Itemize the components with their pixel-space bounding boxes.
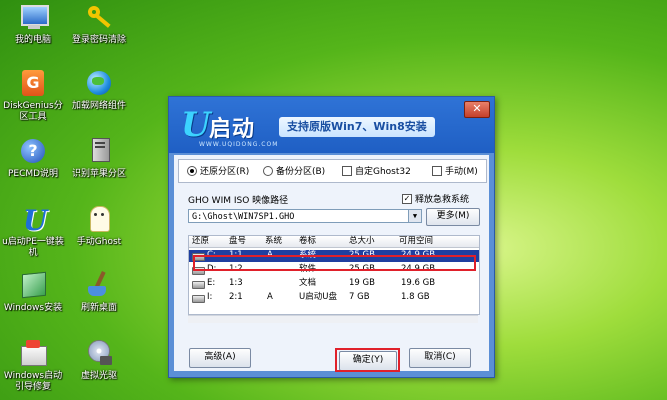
advanced-button[interactable]: 高级(A) (189, 348, 251, 368)
table-header: 还原 盘号 系统 卷标 总大小 可用空间 (189, 236, 479, 248)
horizontal-scrollbar[interactable] (188, 315, 478, 323)
image-path-value: G:\Ghost\WIN7SP1.GHO (192, 212, 295, 222)
custom-ghost32-checkbox[interactable]: 自定Ghost32 (342, 164, 411, 177)
radio-unchecked-icon (263, 165, 273, 176)
col-restore[interactable]: 还原 (192, 236, 209, 247)
network-globe-icon (84, 68, 114, 98)
more-button[interactable]: 更多(M) (426, 208, 480, 226)
desktop-icon-manual-ghost[interactable]: 手动Ghost (66, 204, 132, 248)
u-logo-icon: U (23, 204, 48, 237)
desktop-icon-diskgenius[interactable]: G DiskGenius分区工具 (0, 68, 66, 123)
col-volume-label[interactable]: 卷标 (299, 236, 316, 247)
slogan-banner: 支持原版Win7、Win8安装 (279, 117, 435, 137)
desktop-icon-virtual-drive[interactable]: 虚拟光驱 (66, 338, 132, 382)
desktop-icon-windows-install[interactable]: Windows安装 (0, 270, 66, 314)
col-disk-number[interactable]: 盘号 (229, 236, 246, 247)
computer-icon (18, 2, 49, 32)
ok-button-highlight (335, 348, 400, 372)
image-path-label: GHO WIM ISO 映像路径 (188, 196, 289, 206)
checkbox-checked-icon: ✓ (402, 193, 412, 204)
mode-options: 还原分区(R) 备份分区(B) 自定Ghost32 手动(M) (178, 159, 487, 183)
drive-icon (84, 136, 114, 166)
desktop-icon-boot-repair[interactable]: Windows启动引导修复 (0, 338, 66, 393)
boot-repair-icon (18, 338, 48, 368)
col-total-size[interactable]: 总大小 (349, 236, 375, 247)
table-row[interactable]: I: 2:1 A U启动U盘 7 GB 1.8 GB (189, 292, 479, 304)
desktop-icon-my-computer[interactable]: 我的电脑 (0, 2, 66, 46)
desktop-icon-u-install[interactable]: U u启动PE一键装机 (0, 204, 66, 259)
restore-partition-radio[interactable]: 还原分区(R) (187, 164, 249, 177)
dialog-titlebar: U 启动 WWW.UQIDONG.COM 支持原版Win7、Win8安装 ✕ (169, 97, 494, 153)
windows-install-icon (18, 270, 48, 300)
partition-table: 还原 盘号 系统 卷标 总大小 可用空间 C: 1:1 A 系统 25 GB 2… (188, 235, 480, 315)
logo-website: WWW.UQIDONG.COM (199, 141, 279, 148)
ghost-icon (84, 204, 114, 234)
desktop-icon-pecmd-help[interactable]: ? PECMD说明 (0, 136, 66, 180)
manual-checkbox[interactable]: 手动(M) (432, 164, 478, 177)
selected-row-highlight (193, 255, 476, 271)
u-logo-icon: U (181, 105, 211, 145)
virtual-drive-icon (84, 338, 114, 368)
checkbox-unchecked-icon (342, 165, 352, 176)
table-row[interactable]: E: 1:3 文档 19 GB 19.6 GB (189, 278, 479, 290)
usb-drive-icon (192, 295, 205, 303)
dialog-body: 还原分区(R) 备份分区(B) 自定Ghost32 手动(M) GHO WIM … (174, 155, 489, 371)
close-button[interactable]: ✕ (464, 101, 490, 118)
key-icon (84, 2, 114, 32)
diskgenius-icon: G (18, 68, 48, 98)
radio-checked-icon (187, 165, 197, 176)
desktop-icon-password-clear[interactable]: 登录密码清除 (66, 2, 132, 46)
drive-icon (192, 281, 205, 289)
checkbox-unchecked-icon (432, 165, 442, 176)
desktop-icon-network[interactable]: 加载网络组件 (66, 68, 132, 112)
broom-icon (84, 270, 114, 300)
release-rescue-checkbox[interactable]: ✓ 释放急救系统 (402, 192, 469, 205)
col-free-space[interactable]: 可用空间 (399, 236, 433, 247)
image-path-combobox[interactable]: G:\Ghost\WIN7SP1.GHO ▼ (188, 209, 422, 223)
col-system[interactable]: 系统 (265, 236, 282, 247)
ghost-install-dialog: U 启动 WWW.UQIDONG.COM 支持原版Win7、Win8安装 ✕ 还… (168, 96, 495, 378)
help-icon: ? (18, 136, 48, 166)
backup-partition-radio[interactable]: 备份分区(B) (263, 164, 325, 177)
desktop-icon-apple-partition[interactable]: 识别苹果分区 (66, 136, 132, 180)
desktop-icon-refresh-desktop[interactable]: 刷新桌面 (66, 270, 132, 314)
logo-text: 启动 (209, 117, 256, 142)
chevron-down-icon[interactable]: ▼ (408, 210, 421, 222)
cancel-button[interactable]: 取消(C) (409, 348, 471, 368)
